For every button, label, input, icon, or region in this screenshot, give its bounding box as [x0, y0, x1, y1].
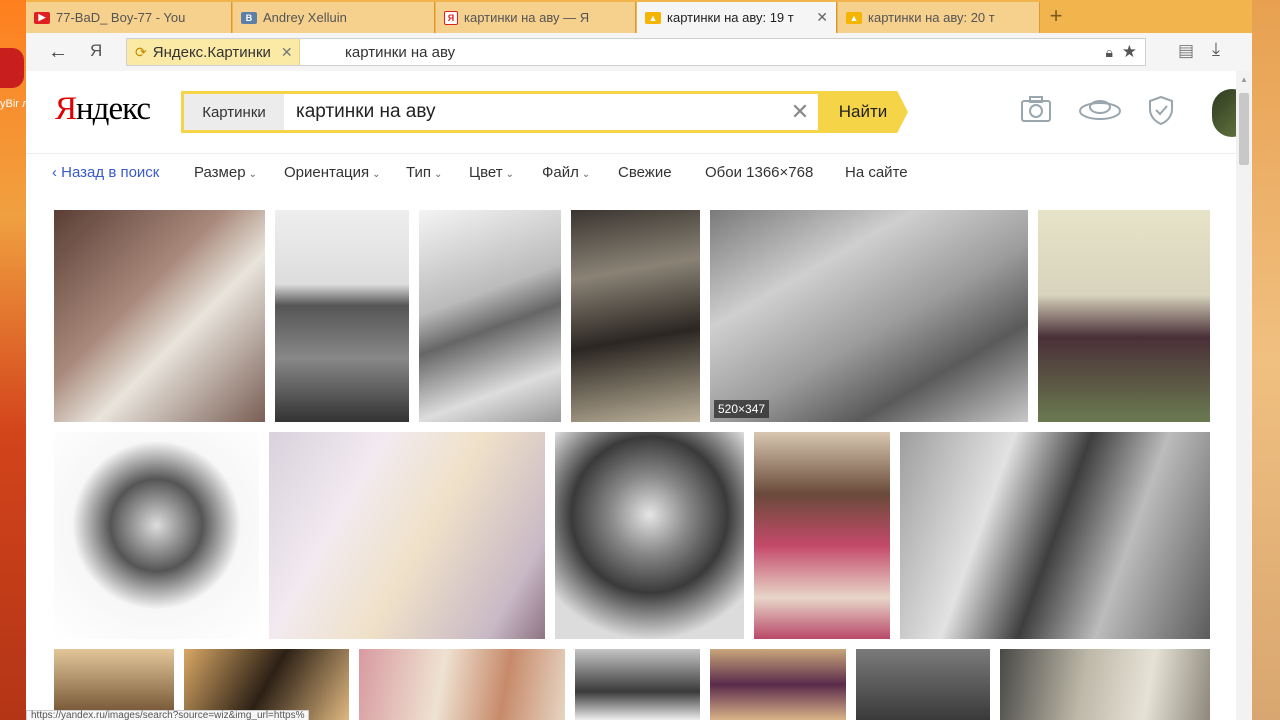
- scroll-up-icon[interactable]: ▲: [1240, 75, 1248, 84]
- image-icon: ▲: [846, 11, 862, 24]
- image-thumbnail[interactable]: [571, 210, 700, 422]
- image-thumbnail[interactable]: [900, 432, 1210, 639]
- reload-icon[interactable]: ⟳: [135, 44, 147, 61]
- status-bar-url: https://yandex.ru/images/search?source=w…: [26, 710, 310, 720]
- back-arrow-icon[interactable]: ←: [48, 41, 68, 64]
- image-size-badge: 520×347: [714, 400, 770, 418]
- page-scrollbar[interactable]: ▲: [1236, 71, 1252, 720]
- url-text[interactable]: картинки на аву: [345, 44, 455, 61]
- image-thumbnail[interactable]: [275, 210, 409, 422]
- angry-birds-app-icon[interactable]: [0, 48, 24, 88]
- tab-title: Andrey Xelluin: [263, 10, 347, 25]
- image-thumbnail[interactable]: [359, 649, 565, 720]
- scroll-thumb[interactable]: [1239, 93, 1249, 165]
- tab-youtube[interactable]: ▶ 77-BaD_ Boy-77 - You: [26, 2, 232, 33]
- url-box[interactable]: ⟳ Яндекс.Картинки ✕ картинки на аву 🔒︎ ★: [126, 38, 1146, 66]
- bookmark-star-icon[interactable]: ★: [1122, 42, 1137, 62]
- image-thumbnail[interactable]: [1000, 649, 1210, 720]
- image-thumbnail[interactable]: [54, 432, 259, 639]
- tab-images-active[interactable]: ▲ картинки на аву: 19 т ✕: [637, 2, 837, 33]
- close-icon[interactable]: ✕: [281, 44, 293, 61]
- tab-title: картинки на аву: 19 т: [667, 10, 794, 25]
- image-thumbnail[interactable]: [856, 649, 990, 720]
- tab-close-icon[interactable]: ✕: [810, 9, 828, 26]
- tab-yandex-search[interactable]: Я картинки на аву — Я: [436, 2, 636, 33]
- image-icon: ▲: [645, 11, 661, 24]
- site-chip-label: Яндекс.Картинки: [152, 43, 271, 61]
- new-tab-button[interactable]: +: [1044, 4, 1068, 28]
- page-content: Яндекс Картинки ✕ Найти ‹ Назад в поиск …: [26, 71, 1252, 720]
- site-chip[interactable]: ⟳ Яндекс.Картинки ✕: [127, 39, 300, 65]
- image-thumbnail[interactable]: [54, 210, 265, 422]
- yandex-home-icon[interactable]: Я: [90, 41, 102, 61]
- youtube-icon: ▶: [34, 11, 50, 24]
- image-thumbnail-hovered[interactable]: 520×347: [710, 210, 1028, 422]
- bookmarks-icon[interactable]: ▤: [1178, 41, 1194, 61]
- tab-title: 77-BaD_ Boy-77 - You: [56, 10, 186, 25]
- tab-vk[interactable]: B Andrey Xelluin: [233, 2, 435, 33]
- image-thumbnail[interactable]: [555, 432, 744, 639]
- vk-icon: B: [241, 11, 257, 24]
- lock-icon[interactable]: 🔒︎: [1106, 44, 1113, 61]
- download-icon[interactable]: ⤓: [1212, 39, 1220, 60]
- desktop-background-left: yBir ллы: [0, 0, 26, 720]
- tab-title: картинки на аву: 20 т: [868, 10, 995, 25]
- tab-title: картинки на аву — Я: [464, 10, 590, 25]
- image-grid: 520×347 https://yandex.ru/images/search?…: [26, 71, 1236, 720]
- desktop-background-right: [1252, 0, 1280, 720]
- image-thumbnail[interactable]: [269, 432, 545, 639]
- image-thumbnail[interactable]: [575, 649, 700, 720]
- tab-images-2[interactable]: ▲ картинки на аву: 20 т: [838, 2, 1040, 33]
- image-thumbnail[interactable]: [754, 432, 890, 639]
- tab-strip: ▶ 77-BaD_ Boy-77 - You B Andrey Xelluin …: [26, 0, 1252, 33]
- image-thumbnail[interactable]: [710, 649, 846, 720]
- address-bar: ← Я ⟳ Яндекс.Картинки ✕ картинки на аву …: [26, 33, 1252, 72]
- yandex-icon: Я: [444, 10, 458, 25]
- image-thumbnail[interactable]: [1038, 210, 1210, 422]
- image-thumbnail[interactable]: [419, 210, 561, 422]
- desktop-app-label: yBir ллы: [0, 98, 26, 110]
- browser-window: ▶ 77-BaD_ Boy-77 - You B Andrey Xelluin …: [26, 0, 1252, 720]
